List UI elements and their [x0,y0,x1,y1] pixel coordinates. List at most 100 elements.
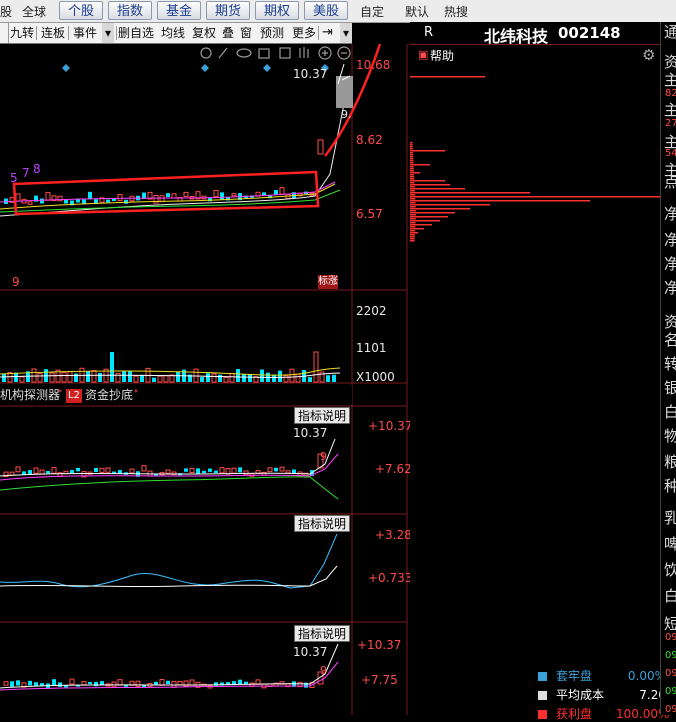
chip-bar [410,238,415,240]
ind3-candle [135,680,141,687]
volume-bar [98,372,102,382]
toolbar-window[interactable]: 窗 [240,23,252,43]
side-column-char: 物 [664,428,676,444]
tab-index[interactable]: 指数 [108,1,152,20]
event-marker[interactable] [201,64,209,72]
settings-icon[interactable] [200,47,212,59]
ind2-line-white [0,565,338,588]
ind1-candle [219,467,225,474]
volume-bar [110,352,114,382]
help-icon[interactable]: ▣ [418,48,428,61]
ind3-candle [189,679,195,686]
toolbar-more[interactable]: 更多 [292,23,316,43]
side-column-char: 啤 [664,536,676,552]
collapse-panel-icon[interactable]: ⇥ [322,23,333,43]
toolbar-jiuzhuan[interactable]: 九转 [10,23,34,43]
ind1-candle [196,468,200,475]
volume-bar [61,372,67,383]
ind2-axis-mid: +0.733 [368,571,413,585]
side-column-char: 点 [664,174,676,190]
price-axis-low: 6.57 [356,207,383,221]
chip-bars [410,76,660,242]
volume-bar [211,373,217,383]
chip-bar [410,196,660,198]
event-marker[interactable] [263,64,271,72]
ind2-axis-top: +3.28 [375,528,412,542]
side-column-char: 净 [664,206,676,222]
toolbar-event[interactable]: 事件 [73,23,97,43]
toolbar-overlay[interactable]: 叠 [222,23,234,43]
tab-options[interactable]: 期权 [255,1,299,20]
chip-bar [410,204,490,206]
volume-bar [272,374,276,382]
candle [117,194,123,202]
candle [27,201,33,205]
ind3-axis-mid: +7.75 [361,673,398,687]
tab-default[interactable]: 默认 [405,4,429,20]
hand-icon[interactable] [299,47,309,58]
tab-jigou-detector[interactable]: 机构探测器 [0,388,60,402]
l2-badge: L2 [66,389,82,403]
indicator2-help-button[interactable]: 指标说明 [294,515,351,532]
chart-area[interactable] [0,44,410,715]
toolbar-adjust[interactable]: 复权 [192,23,216,43]
ind1-candle [15,466,21,473]
tab-fund-bottom[interactable]: 资金抄底 [85,388,133,402]
tab-us-stock[interactable]: 美股 [304,1,348,20]
toolbar-ma[interactable]: 均线 [161,23,185,43]
toolbar-del-selfpick[interactable]: 删自选 [118,23,154,43]
bottom-marker: 9 [12,275,20,289]
tab-futures[interactable]: 期货 [206,1,250,20]
legend-value: 0.00% [627,669,666,683]
tab-hot-search[interactable]: 热搜 [444,4,468,20]
print-icon[interactable] [279,47,291,59]
tab-fund[interactable]: 基金 [157,1,201,20]
chip-bar [410,214,416,216]
pen-icon[interactable] [218,47,228,59]
chip-bar [410,154,414,156]
ind3-candle [238,679,242,685]
price-axis-top: 10.68 [356,58,391,72]
indicator3-help-button[interactable]: 指标说明 [294,625,351,642]
volume-bar [2,373,6,382]
chip-bar [410,216,448,218]
ind1-candle [279,466,285,472]
eye-icon[interactable] [236,48,252,58]
side-column-char: 09 [665,632,676,643]
ind1-candle [202,470,206,474]
toolbar-predict[interactable]: 预测 [260,23,284,43]
counter-8: 8 [33,162,41,176]
chip-bar [410,176,415,178]
toolbar-lianban[interactable]: 连板 [41,23,65,43]
ind3-candle [69,678,75,685]
side-column-char: 净 [664,280,676,296]
ind1-candle [238,467,242,473]
volume-bar [313,351,319,383]
ind1-candle [243,470,249,476]
chip-bar [410,202,416,204]
toolbar-dropdown-icon[interactable]: ▾ [340,23,352,43]
chip-bar [410,230,416,232]
chip-bar [410,198,416,200]
candle [279,187,285,195]
volume-bar [152,377,156,382]
ind1-candle [214,470,218,473]
volume-bar [115,372,121,383]
tab-global[interactable]: 全球 [22,4,46,20]
ind1-price-label: 10.37 [293,426,328,440]
volume-bar [278,370,282,382]
candle [40,198,44,204]
tab-selfpick[interactable]: 自定 [360,4,384,20]
event-marker[interactable] [62,64,70,72]
box-icon[interactable] [258,48,270,59]
event-dropdown-icon[interactable]: ▾ [102,23,114,43]
chip-bar [410,212,455,214]
chip-bar [410,220,440,222]
legend-swatch [538,691,547,700]
tab-stock[interactable]: 个股 [59,1,103,20]
volume-bar [176,372,180,382]
counter-7: 7 [22,166,30,180]
volume-bar [295,373,301,383]
ind1-candle [208,468,212,472]
indicator1-help-button[interactable]: 指标说明 [294,407,351,424]
